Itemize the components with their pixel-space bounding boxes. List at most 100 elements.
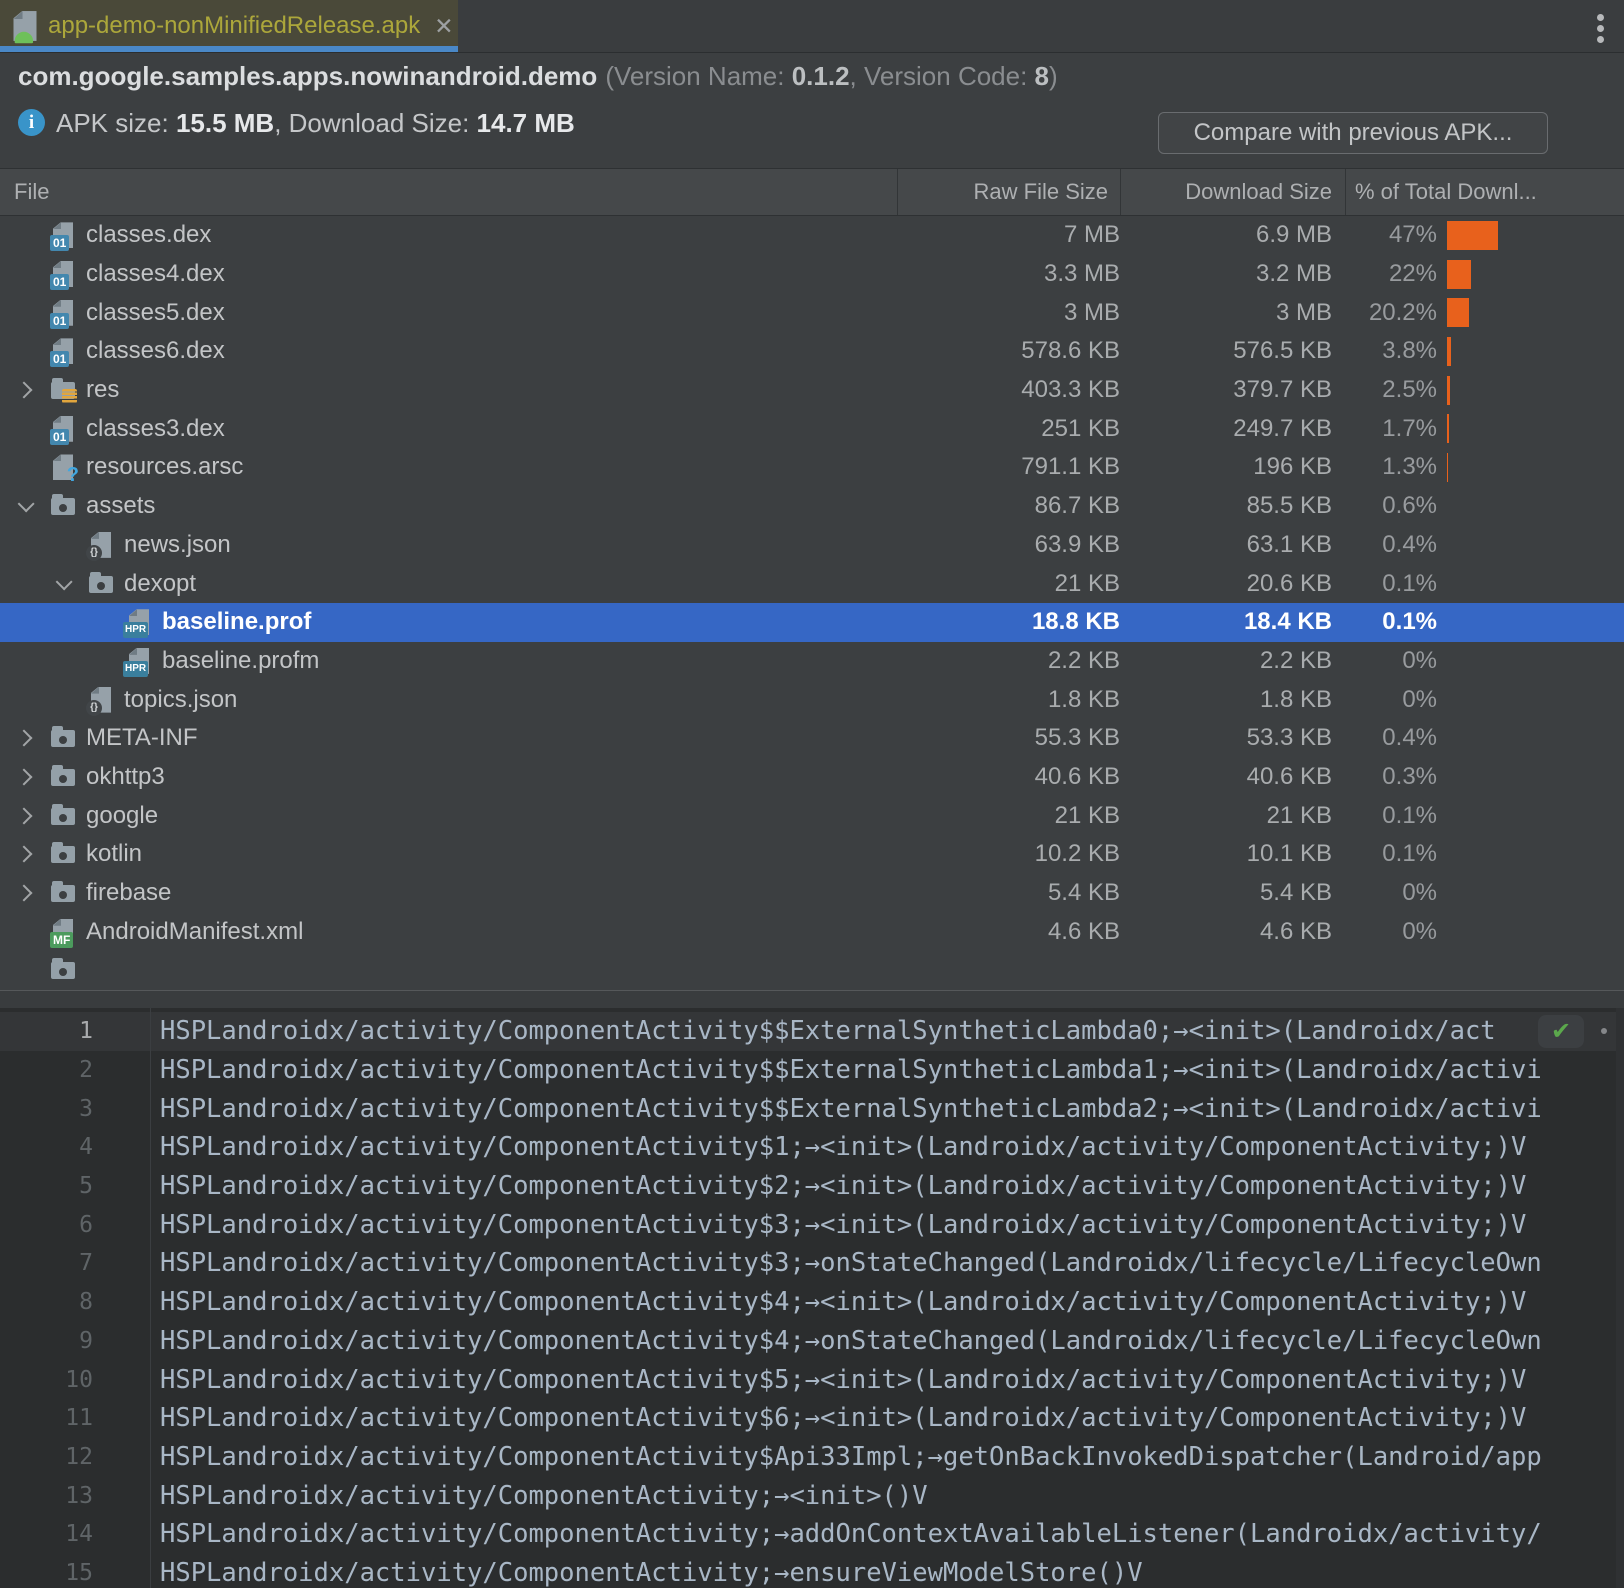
percent-value: 0.1%	[1345, 570, 1437, 598]
column-header-download-size[interactable]: Download Size	[1120, 169, 1332, 215]
line-number: 8	[0, 1289, 150, 1315]
file-cell: META-INF	[0, 724, 909, 752]
raw-file-size: 18.8 KB	[909, 608, 1120, 636]
chevron-right-icon[interactable]	[16, 382, 33, 399]
column-divider	[897, 169, 898, 215]
percent-value: 20.2%	[1345, 299, 1437, 327]
code-line[interactable]: 3 HSPLandroidx/activity/ComponentActivit…	[0, 1089, 1624, 1128]
file-cell: HPR baseline.prof	[0, 608, 909, 636]
table-row[interactable]: MF AndroidManifest.xml 4.6 KB 4.6 KB 0%	[0, 912, 1624, 951]
table-row[interactable]: firebase 5.4 KB 5.4 KB 0%	[0, 874, 1624, 913]
table-row[interactable]: 01 classes.dex 7 MB 6.9 MB 47%	[0, 216, 1624, 255]
table-row[interactable]: kotlin 10.2 KB 10.1 KB 0.1%	[0, 835, 1624, 874]
table-row[interactable]: 01 classes5.dex 3 MB 3 MB 20.2%	[0, 293, 1624, 332]
table-row[interactable]: okhttp3 40.6 KB 40.6 KB 0.3%	[0, 758, 1624, 797]
code-line[interactable]: 11 HSPLandroidx/activity/ComponentActivi…	[0, 1399, 1624, 1438]
folder-icon	[88, 570, 114, 598]
table-row[interactable]: 01 classes4.dex 3.3 MB 3.2 MB 22%	[0, 255, 1624, 294]
compare-apk-button[interactable]: Compare with previous APK...	[1158, 112, 1548, 154]
chevron-right-icon[interactable]	[16, 768, 33, 785]
chevron-box	[14, 887, 50, 899]
download-size: 3 MB	[1120, 299, 1345, 327]
percent-value: 0%	[1345, 918, 1437, 946]
table-row[interactable]: HPR baseline.profm 2.2 KB 2.2 KB 0%	[0, 642, 1624, 681]
table-row[interactable]: res 403.3 KB 379.7 KB 2.5%	[0, 371, 1624, 410]
column-header-percent[interactable]: % of Total Downl...	[1355, 169, 1624, 215]
apk-size-value: 15.5 MB	[176, 108, 274, 138]
download-size: 249.7 KB	[1120, 415, 1345, 443]
raw-file-size: 2.2 KB	[909, 647, 1120, 675]
dex-file-icon: 01	[50, 299, 76, 327]
column-header-raw-size[interactable]: Raw File Size	[897, 169, 1108, 215]
code-line[interactable]: 12 HSPLandroidx/activity/ComponentActivi…	[0, 1438, 1624, 1477]
percent-cell: 0.1%	[1345, 608, 1624, 636]
code-line[interactable]: 14 HSPLandroidx/activity/ComponentActivi…	[0, 1515, 1624, 1554]
table-row[interactable]: ? resources.arsc 791.1 KB 196 KB 1.3%	[0, 448, 1624, 487]
tab-apk-file[interactable]: app-demo-nonMinifiedRelease.apk ✕	[0, 0, 458, 52]
table-row[interactable]: google 21 KB 21 KB 0.1%	[0, 796, 1624, 835]
chevron-right-icon[interactable]	[16, 885, 33, 902]
table-row[interactable]: 01 classes3.dex 251 KB 249.7 KB 1.7%	[0, 409, 1624, 448]
code-line[interactable]: 15 HSPLandroidx/activity/ComponentActivi…	[0, 1554, 1624, 1588]
file-cell: okhttp3	[0, 763, 909, 791]
table-row[interactable]: dexopt 21 KB 20.6 KB 0.1%	[0, 564, 1624, 603]
code-line[interactable]: 1 HSPLandroidx/activity/ComponentActivit…	[0, 1012, 1624, 1051]
download-size: 40.6 KB	[1120, 763, 1345, 791]
column-header-file[interactable]: File	[14, 169, 49, 215]
percent-value: 0.3%	[1345, 763, 1437, 791]
code-line[interactable]: 9 HSPLandroidx/activity/ComponentActivit…	[0, 1322, 1624, 1361]
file-cell: 01 classes6.dex	[0, 337, 909, 365]
table-row[interactable]: META-INF 55.3 KB 53.3 KB 0.4%	[0, 719, 1624, 758]
code-line[interactable]: 7 HSPLandroidx/activity/ComponentActivit…	[0, 1244, 1624, 1283]
chevron-right-icon[interactable]	[16, 846, 33, 863]
download-size: 85.5 KB	[1120, 492, 1345, 520]
file-cell: 01 classes3.dex	[0, 415, 909, 443]
column-divider	[1120, 169, 1121, 215]
line-number: 10	[0, 1367, 150, 1393]
chevron-right-icon[interactable]	[16, 807, 33, 824]
code-line[interactable]: 8 HSPLandroidx/activity/ComponentActivit…	[0, 1283, 1624, 1322]
code-line[interactable]: 4 HSPLandroidx/activity/ComponentActivit…	[0, 1128, 1624, 1167]
file-cell: res	[0, 376, 909, 404]
chevron-right-icon[interactable]	[16, 730, 33, 747]
chevron-down-icon[interactable]	[56, 573, 73, 590]
code-line[interactable]: 13 HSPLandroidx/activity/ComponentActivi…	[0, 1476, 1624, 1515]
file-name: kotlin	[86, 840, 142, 868]
chevron-down-icon[interactable]	[18, 496, 35, 513]
hpr-file-icon: HPR	[126, 608, 152, 636]
raw-file-size: 10.2 KB	[909, 840, 1120, 868]
code-text: HSPLandroidx/activity/ComponentActivity;…	[150, 1519, 1624, 1549]
code-line[interactable]: 10 HSPLandroidx/activity/ComponentActivi…	[0, 1360, 1624, 1399]
table-row[interactable]: HPR baseline.prof 18.8 KB 18.4 KB 0.1%	[0, 603, 1624, 642]
percent-value: 47%	[1345, 221, 1437, 249]
apk-size-row: i APK size: 15.5 MB, Download Size: 14.7…	[0, 100, 1624, 168]
line-number: 12	[0, 1444, 150, 1470]
code-line[interactable]: 2 HSPLandroidx/activity/ComponentActivit…	[0, 1051, 1624, 1090]
inspections-ok-icon[interactable]: ✔	[1538, 1015, 1584, 1048]
percent-bar	[1447, 337, 1451, 366]
line-number: 1	[0, 1018, 150, 1044]
percent-bar	[1447, 376, 1450, 405]
table-row-clipped[interactable]	[0, 951, 1624, 990]
line-number: 14	[0, 1521, 150, 1547]
editor-scrollbar[interactable]	[1616, 1008, 1624, 1588]
percent-value: 0.1%	[1345, 840, 1437, 868]
panel-splitter[interactable]	[0, 990, 1624, 1008]
percent-cell: 0%	[1345, 879, 1624, 907]
code-text: HSPLandroidx/activity/ComponentActivity$…	[150, 1442, 1624, 1472]
code-line[interactable]: 6 HSPLandroidx/activity/ComponentActivit…	[0, 1205, 1624, 1244]
code-line[interactable]: 5 HSPLandroidx/activity/ComponentActivit…	[0, 1167, 1624, 1206]
raw-file-size: 63.9 KB	[909, 531, 1120, 559]
download-size: 53.3 KB	[1120, 724, 1345, 752]
download-size: 3.2 MB	[1120, 260, 1345, 288]
inspection-dot-icon	[1601, 1028, 1607, 1034]
table-row[interactable]: assets 86.7 KB 85.5 KB 0.6%	[0, 487, 1624, 526]
table-row[interactable]: 01 classes6.dex 578.6 KB 576.5 KB 3.8%	[0, 332, 1624, 371]
table-row[interactable]: {} topics.json 1.8 KB 1.8 KB 0%	[0, 680, 1624, 719]
kebab-menu-icon[interactable]	[1597, 14, 1604, 21]
line-number: 7	[0, 1250, 150, 1276]
table-row[interactable]: {} news.json 63.9 KB 63.1 KB 0.4%	[0, 526, 1624, 565]
line-number: 5	[0, 1173, 150, 1199]
close-icon[interactable]: ✕	[434, 15, 453, 38]
percent-cell: 0.4%	[1345, 531, 1624, 559]
